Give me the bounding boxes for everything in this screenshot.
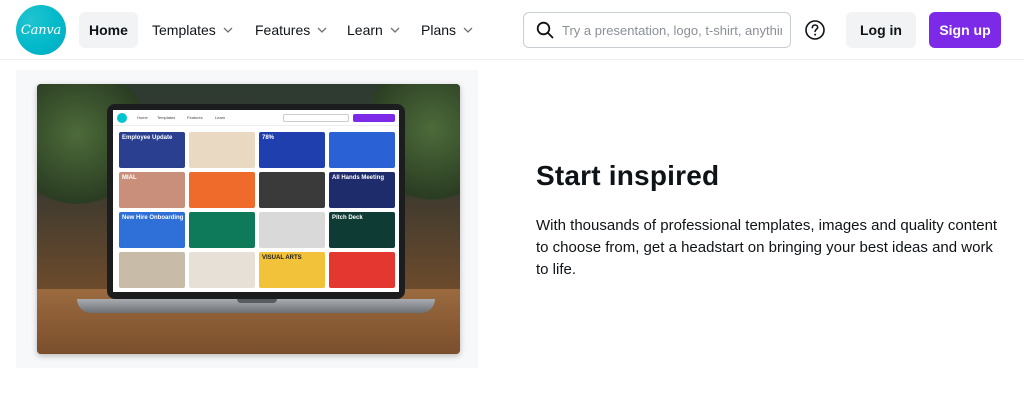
- site-header: Canva Home Templates Features Learn Plan…: [0, 0, 1024, 60]
- chevron-down-icon: [463, 27, 473, 33]
- canva-logo[interactable]: Canva: [16, 5, 66, 55]
- nav-home[interactable]: Home: [79, 12, 138, 48]
- template-thumbnail: Employee Update: [119, 132, 185, 168]
- template-thumbnail-text: 78%: [262, 135, 275, 141]
- template-thumbnail: 78%: [259, 132, 325, 168]
- template-thumbnail: [329, 132, 395, 168]
- chevron-down-icon: [223, 27, 233, 33]
- template-thumbnail: All Hands Meeting: [329, 172, 395, 208]
- chevron-down-icon: [317, 27, 327, 33]
- hero-image-panel: Home Templates Features Learn Employee U…: [16, 70, 478, 368]
- preview-nav-link: Templates: [157, 115, 176, 120]
- template-thumbnail-text: New Hire Onboarding: [122, 215, 184, 221]
- help-circle-icon[interactable]: [804, 19, 826, 41]
- nav-home-label: Home: [89, 22, 128, 38]
- nav-learn[interactable]: Learn: [337, 12, 410, 48]
- nav-plans[interactable]: Plans: [411, 12, 483, 48]
- signup-button[interactable]: Sign up: [929, 12, 1001, 48]
- logo-text: Canva: [20, 22, 62, 38]
- preview-nav-link: Home: [137, 115, 148, 120]
- template-thumbnail: New Hire Onboarding: [119, 212, 185, 248]
- search-bar[interactable]: [523, 12, 791, 48]
- template-thumbnail: VISUAL ARTS: [259, 252, 325, 288]
- template-thumbnail: [119, 252, 185, 288]
- laptop-screen: Home Templates Features Learn Employee U…: [107, 104, 405, 299]
- preview-nav: Home Templates Features Learn: [113, 110, 399, 126]
- nav-templates[interactable]: Templates: [142, 12, 243, 48]
- template-thumbnail: MIAL: [119, 172, 185, 208]
- nav-features[interactable]: Features: [245, 12, 337, 48]
- preview-nav-link: Features: [187, 115, 203, 120]
- template-thumbnail: [189, 212, 255, 248]
- preview-create-button: [353, 114, 395, 122]
- preview-nav-link: Learn: [215, 115, 226, 120]
- template-thumbnail-text: VISUAL ARTS: [262, 255, 302, 261]
- nav-plans-label: Plans: [421, 22, 457, 38]
- template-thumbnail: [189, 132, 255, 168]
- template-thumbnail-text: MIAL: [122, 175, 137, 181]
- canva-preview: Home Templates Features Learn Employee U…: [113, 110, 399, 292]
- search-input[interactable]: [562, 22, 782, 38]
- search-icon: [536, 21, 554, 39]
- hero-title: Start inspired: [536, 160, 720, 191]
- nav-templates-label: Templates: [152, 22, 216, 38]
- nav-features-label: Features: [255, 22, 311, 38]
- template-thumbnail-text: All Hands Meeting: [332, 175, 385, 181]
- nav-learn-label: Learn: [347, 22, 383, 38]
- template-thumbnail: Pitch Deck: [329, 212, 395, 248]
- laptop-notch: [237, 299, 277, 303]
- template-thumbnail: [189, 172, 255, 208]
- template-thumbnail: [189, 252, 255, 288]
- chevron-down-icon: [390, 27, 400, 33]
- login-button[interactable]: Log in: [846, 12, 916, 48]
- preview-search: [283, 114, 349, 122]
- template-thumbnail: [259, 212, 325, 248]
- template-thumbnail: [259, 172, 325, 208]
- template-thumbnail-text: Pitch Deck: [332, 215, 363, 221]
- template-thumbnail-text: Employee Update: [122, 135, 173, 141]
- preview-logo: [117, 113, 127, 123]
- template-thumbnail: [329, 252, 395, 288]
- hero-description: With thousands of professional templates…: [536, 217, 998, 278]
- laptop-photo: Home Templates Features Learn Employee U…: [37, 84, 460, 354]
